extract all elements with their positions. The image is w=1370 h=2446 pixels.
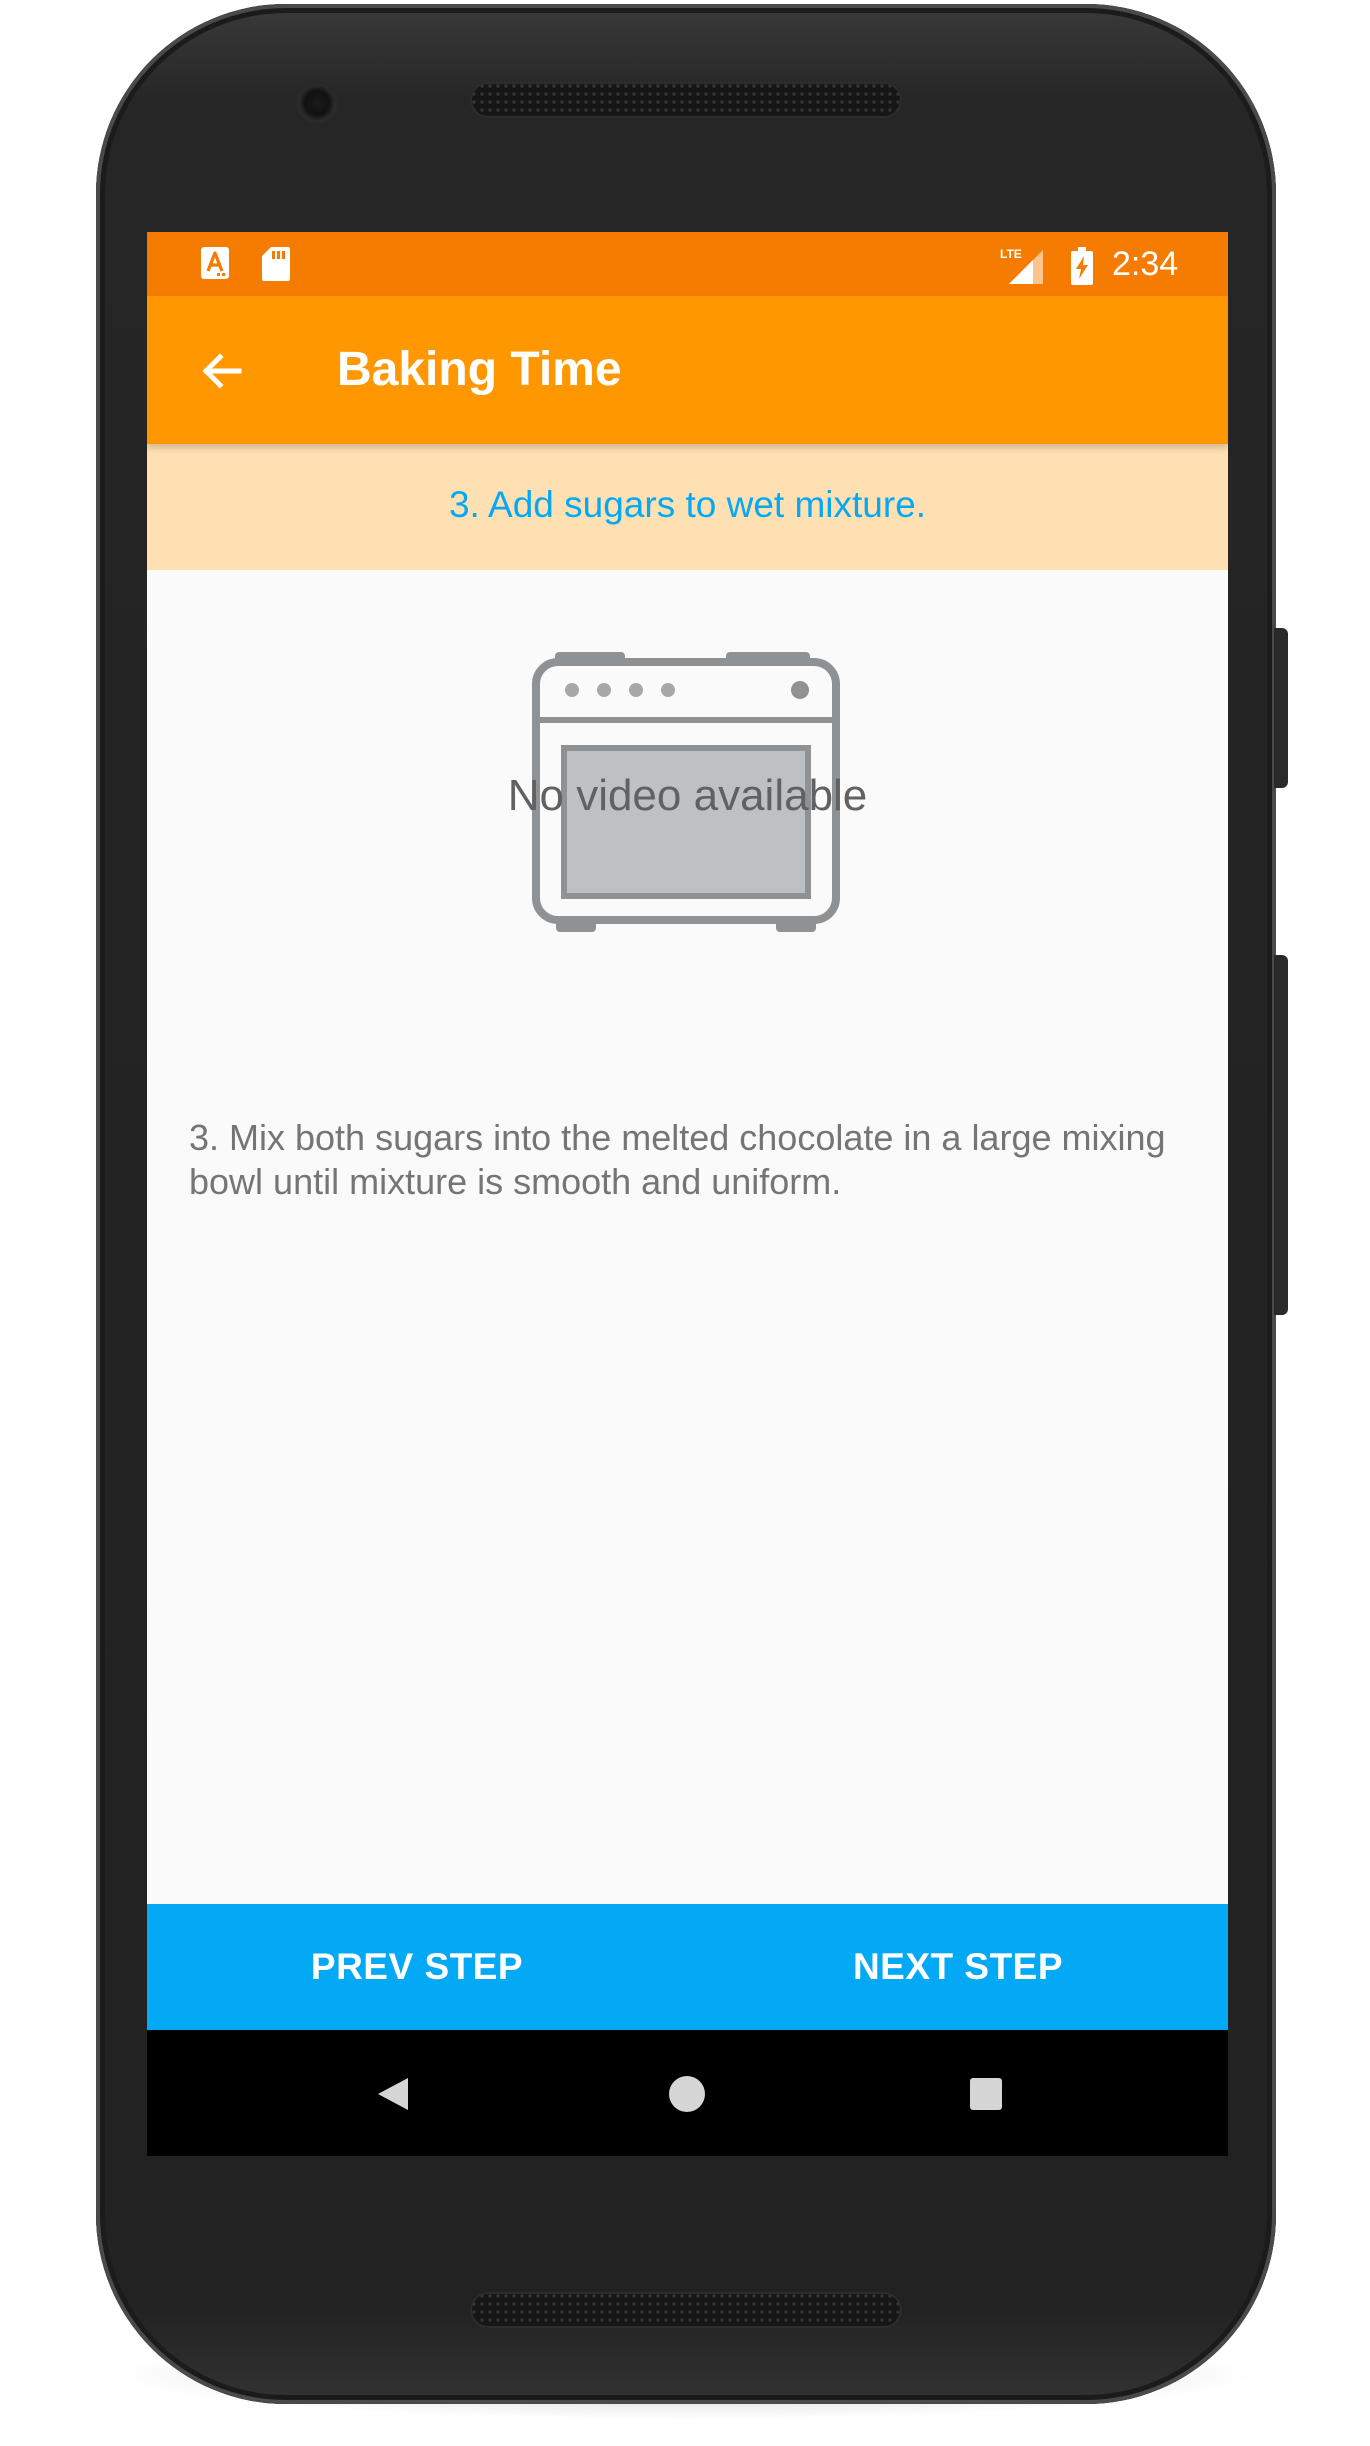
app-title: Baking Time <box>337 343 622 396</box>
volume-button <box>1274 955 1288 1315</box>
back-triangle-icon[interactable] <box>370 2072 414 2116</box>
top-speaker <box>470 82 902 118</box>
device-stage: LTE 2:34 Baking Time 3. Add sugars to we… <box>0 0 1370 2446</box>
front-camera <box>296 82 338 124</box>
step-short-description: 3. Add sugars to wet mixture. <box>448 484 927 525</box>
status-bar: LTE 2:34 <box>147 232 1228 296</box>
svg-text:LTE: LTE <box>1000 247 1022 261</box>
step-navigation: PREV STEP NEXT STEP <box>147 1904 1228 2030</box>
sd-card-icon <box>262 247 290 281</box>
lte-signal-icon: LTE <box>1000 247 1043 284</box>
no-video-label: No video available <box>507 771 868 820</box>
screen: LTE 2:34 Baking Time 3. Add sugars to we… <box>147 232 1228 2156</box>
arrow-left-icon[interactable] <box>187 336 257 406</box>
step-description: 3. Mix both sugars into the melted choco… <box>189 1117 1166 1202</box>
a-notification-icon <box>201 247 229 279</box>
system-navigation-bar <box>147 2030 1228 2156</box>
app-bar: Baking Time <box>147 296 1228 444</box>
bottom-speaker <box>470 2292 902 2328</box>
power-button <box>1274 628 1288 788</box>
next-step-button[interactable]: NEXT STEP <box>688 1904 1228 2030</box>
status-time: 2:34 <box>1112 245 1179 283</box>
prev-step-button[interactable]: PREV STEP <box>147 1904 687 2030</box>
battery-charging-icon <box>1071 247 1093 285</box>
home-circle-icon[interactable] <box>665 2072 709 2116</box>
step-header: 3. Add sugars to wet mixture. <box>147 444 1228 570</box>
recents-square-icon[interactable] <box>964 2072 1008 2116</box>
